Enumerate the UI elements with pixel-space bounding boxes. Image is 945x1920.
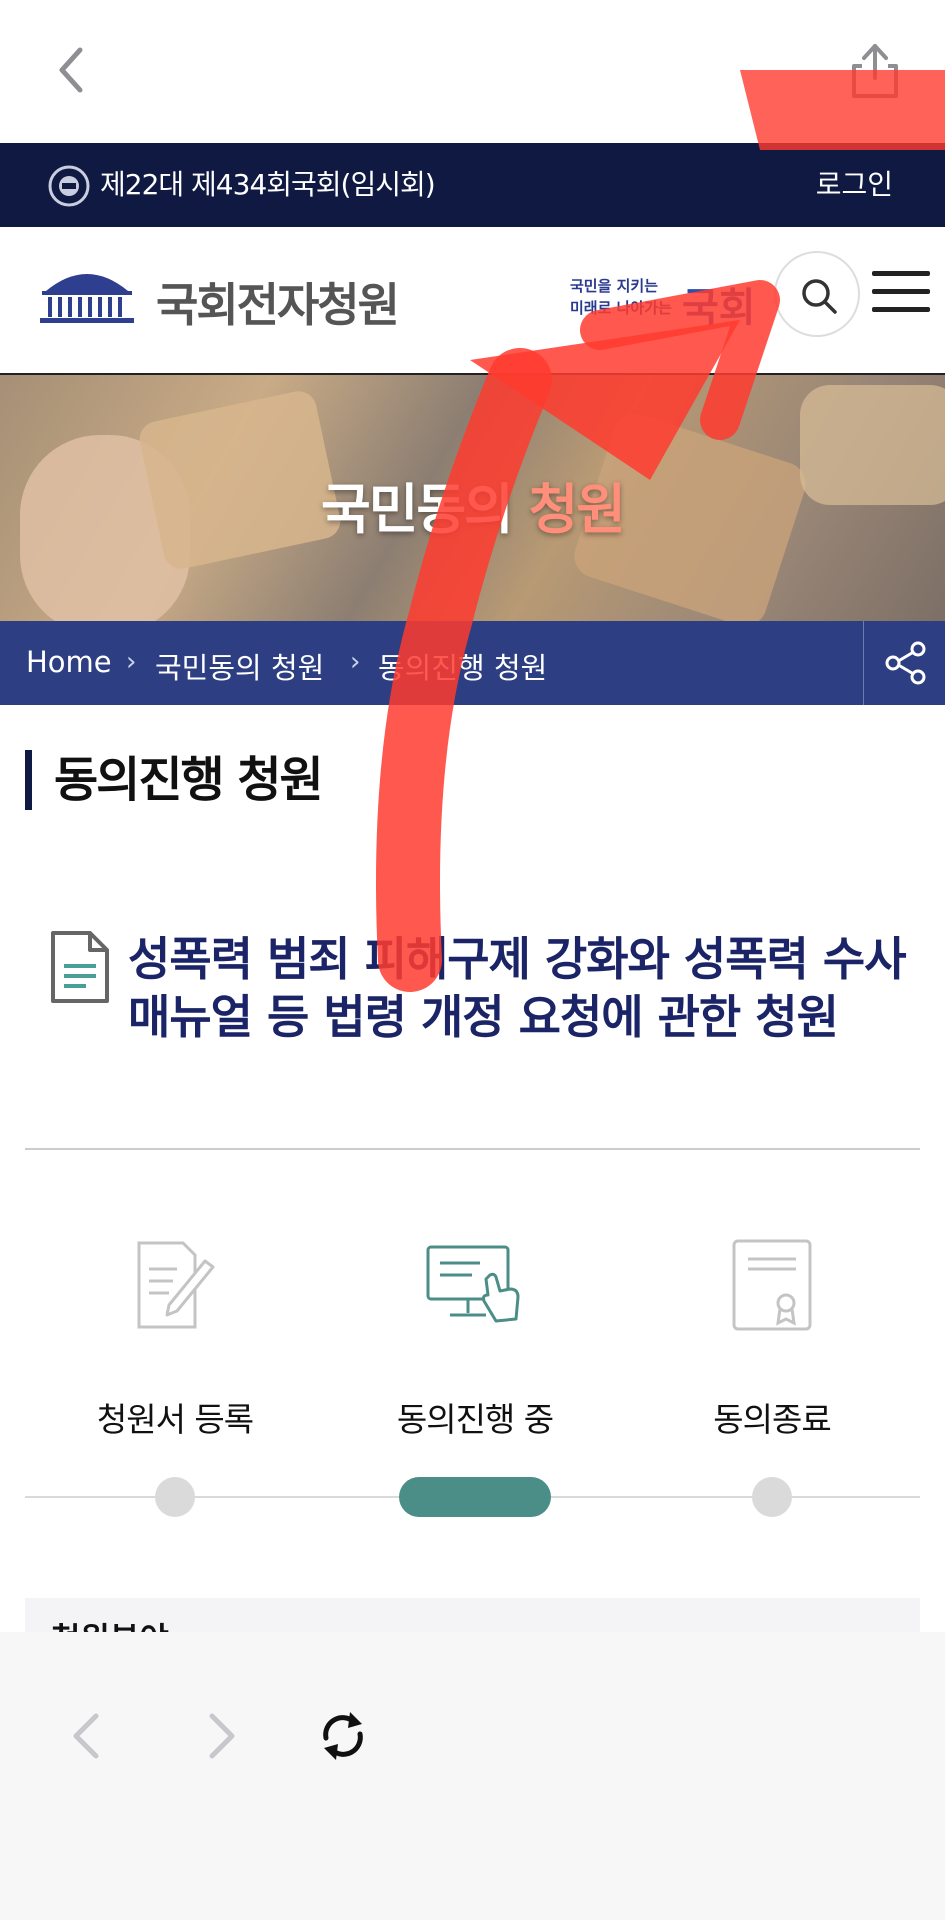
browser-back-button[interactable]: [48, 40, 96, 100]
history-back-button[interactable]: [66, 1708, 106, 1764]
slogan-title: 국회: [682, 285, 756, 331]
search-icon: [802, 279, 837, 314]
search-button[interactable]: [774, 251, 860, 337]
breadcrumb-current[interactable]: 동의진행 청원: [378, 645, 547, 687]
slogan-line-2: 미래로 나아가는: [570, 299, 672, 317]
breadcrumb: Home › 국민동의 청원 › 동의진행 청원: [0, 621, 945, 705]
reload-icon: [323, 1712, 363, 1760]
banner-title-main: 국민동의: [321, 478, 529, 541]
computer-click-icon: [426, 1245, 520, 1323]
step-label: 청원서 등록: [96, 1400, 254, 1439]
login-link[interactable]: 로그인: [816, 163, 893, 203]
breadcrumb-petition[interactable]: 국민동의 청원: [155, 645, 324, 687]
banner-title: 국민동의 청원: [0, 465, 945, 544]
chevron-right-icon: [209, 1713, 235, 1759]
slogan-logo: 국민을 지키는 미래로 나아가는 국회: [570, 275, 760, 331]
chevron-right-icon: ›: [350, 647, 361, 677]
hamburger-menu-button[interactable]: [872, 271, 930, 317]
share-icon: [852, 44, 898, 98]
step-in-progress: 동의진행 중: [345, 1235, 605, 1439]
step-dot: [155, 1477, 195, 1517]
chevron-left-icon: [73, 1713, 99, 1759]
breadcrumb-home[interactable]: Home: [26, 645, 112, 679]
browser-top-bar: [0, 0, 945, 143]
pencil-document-icon: [137, 1241, 215, 1329]
divider: [25, 1148, 920, 1150]
national-assembly-seal-icon: [48, 165, 90, 207]
site-name[interactable]: 국회전자청원: [156, 269, 400, 335]
chevron-right-icon: ›: [126, 647, 137, 677]
page-share-button[interactable]: [863, 621, 945, 705]
page-title: 동의진행 청원: [25, 750, 324, 810]
step-dot: [752, 1477, 792, 1517]
banner-title-accent: 청원: [528, 478, 626, 541]
reload-button[interactable]: [316, 1708, 370, 1764]
step-label: 동의종료: [713, 1400, 831, 1439]
menu-bar-icon: [872, 307, 930, 312]
step-label: 동의진행 중: [396, 1400, 554, 1439]
site-header: 국회전자청원 국민을 지키는 미래로 나아가는 국회: [0, 227, 945, 375]
session-info: 제22대 제434회국회(임시회): [100, 168, 436, 201]
menu-bar-icon: [872, 271, 930, 276]
step-registration: 청원서 등록: [45, 1235, 305, 1439]
national-assembly-logo-icon[interactable]: [38, 263, 136, 325]
certificate-icon: [732, 1239, 812, 1331]
history-forward-button[interactable]: [202, 1708, 242, 1764]
browser-bottom-toolbar: [0, 1632, 945, 1920]
chevron-left-icon: [59, 47, 83, 93]
share-nodes-icon: [885, 641, 926, 685]
session-bar: 제22대 제434회국회(임시회) 로그인: [0, 143, 945, 227]
slogan-line-1: 국민을 지키는: [570, 277, 659, 295]
document-icon: [51, 931, 109, 1003]
page-banner: 국민동의 청원: [0, 375, 945, 621]
browser-share-button[interactable]: [844, 40, 906, 102]
step-dot-active: [399, 1477, 551, 1517]
step-finished: 동의종료: [642, 1235, 902, 1439]
petition-title: 성폭력 범죄 피해구제 강화와 성폭력 수사 매뉴얼 등 법령 개정 요청에 관…: [128, 932, 907, 1044]
menu-bar-icon: [872, 289, 930, 294]
